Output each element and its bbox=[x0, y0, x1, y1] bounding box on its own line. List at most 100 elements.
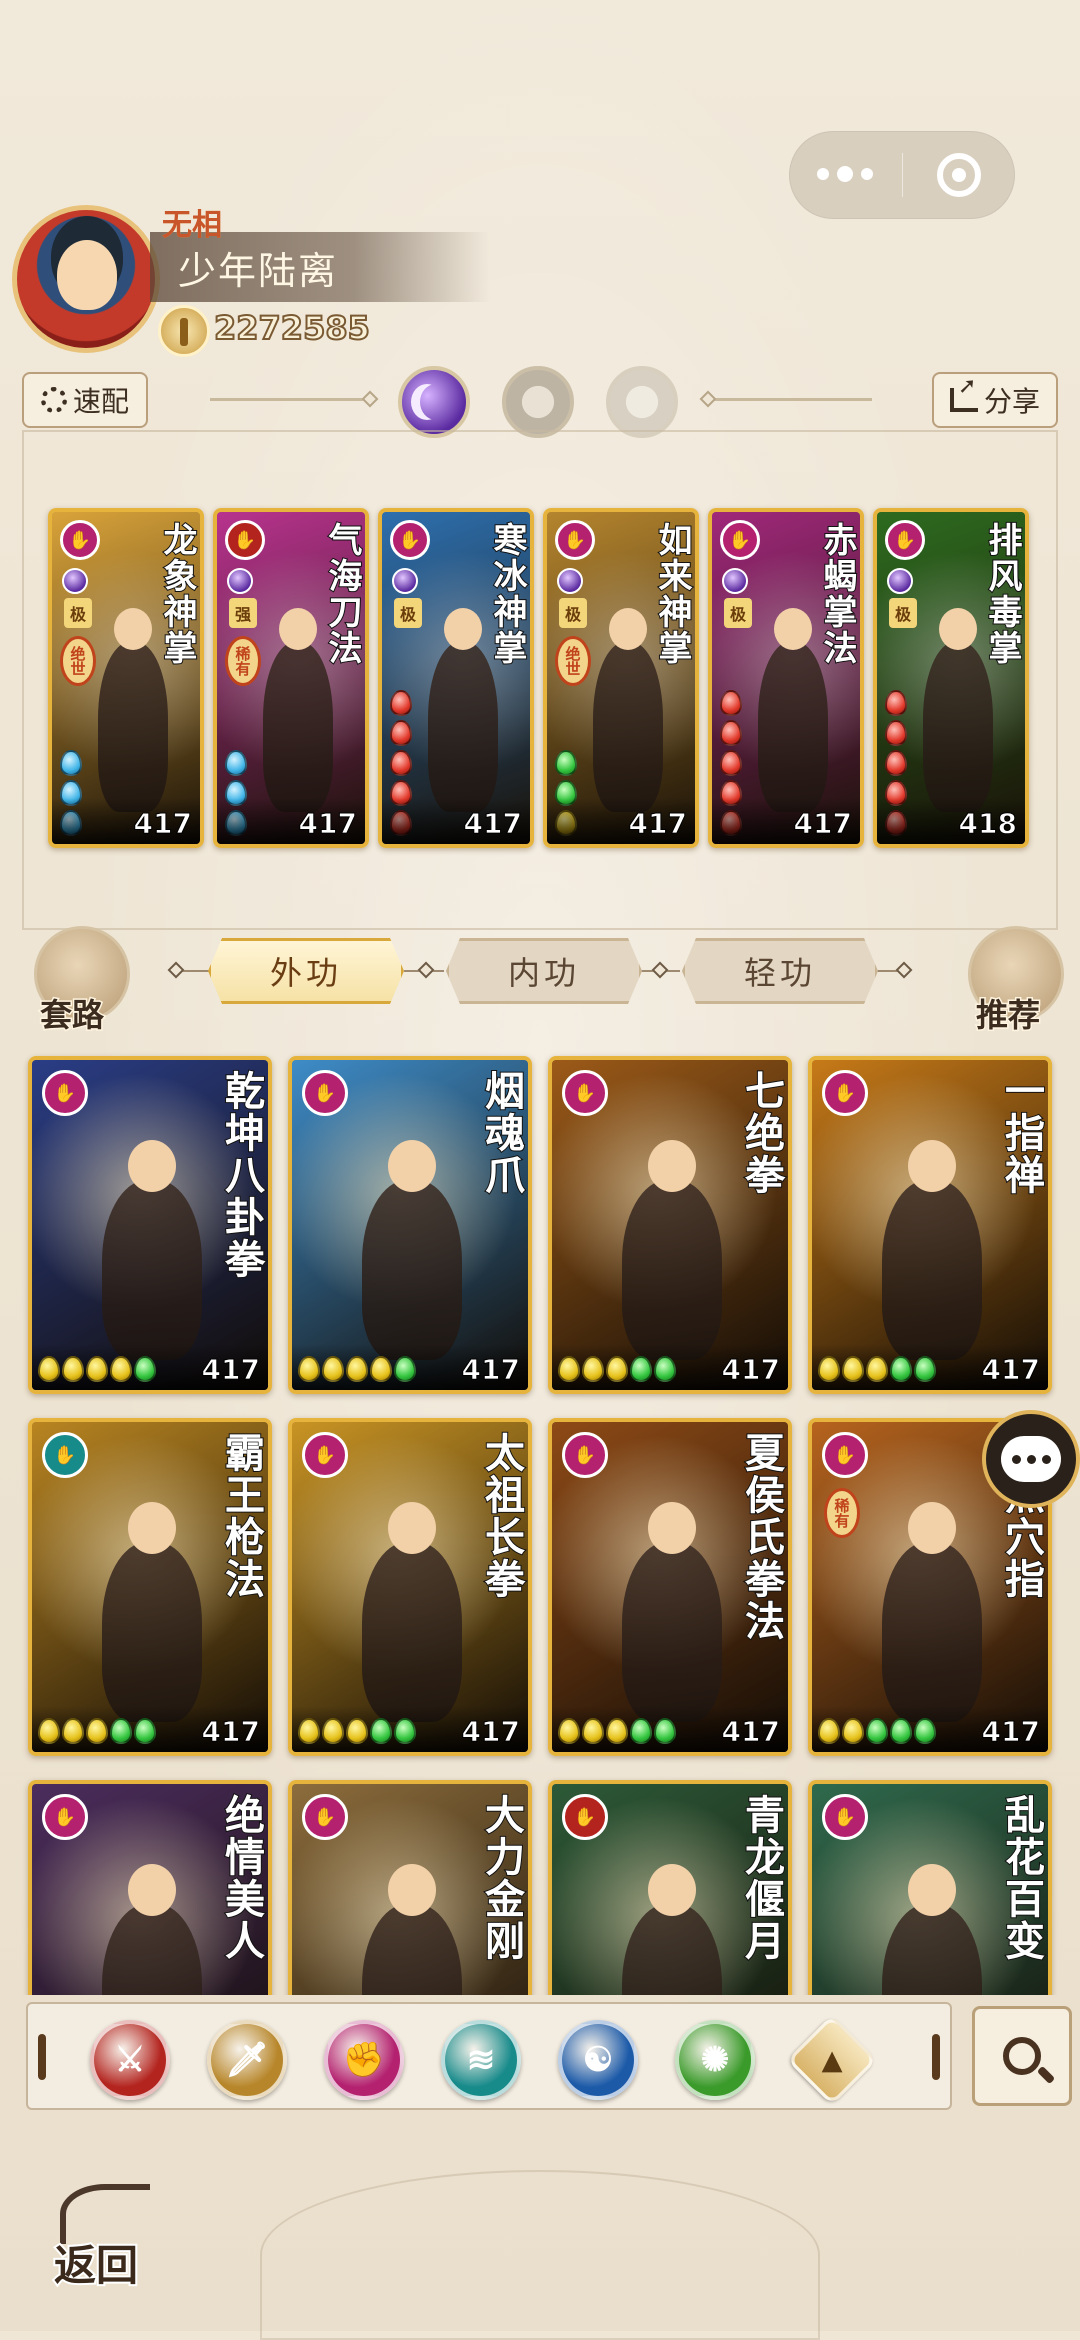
card-figure bbox=[923, 642, 993, 812]
card-figure bbox=[882, 1542, 982, 1722]
gem-icon bbox=[720, 720, 742, 746]
gem-icon bbox=[885, 690, 907, 716]
tier-tab-sun[interactable] bbox=[502, 366, 574, 438]
skill-name: 夏侯氏拳法 bbox=[737, 1431, 786, 1643]
skill-level: 417 bbox=[463, 807, 522, 841]
gem-icon bbox=[62, 1356, 84, 1382]
tier-orb-icon bbox=[392, 568, 418, 594]
skill-card[interactable]: ✋ 太祖长拳 417 bbox=[288, 1418, 532, 1756]
equipped-skill-card[interactable]: ✋ 极绝世 如来神掌 417 bbox=[543, 508, 699, 848]
gem-icon bbox=[60, 750, 82, 776]
tab-external[interactable]: 外功 bbox=[208, 938, 404, 1004]
chat-button[interactable] bbox=[982, 1410, 1080, 1508]
equipped-skill-card[interactable]: ✋ 极绝世 龙象神掌 417 bbox=[48, 508, 204, 848]
skill-card[interactable]: ✋大力金刚417 bbox=[288, 1780, 532, 1995]
card-figure-head bbox=[279, 608, 317, 650]
skill-card[interactable]: ✋绝情美人417 bbox=[28, 1780, 272, 1995]
tier-badge: 极 bbox=[559, 598, 587, 628]
school-icon: ✋ bbox=[302, 1794, 348, 1840]
gem-icon bbox=[322, 1718, 344, 1744]
gem-icon bbox=[654, 1718, 676, 1744]
school-icon: ✋ bbox=[562, 1070, 608, 1116]
gem-icon bbox=[842, 1718, 864, 1744]
filter-arrow-up-button[interactable]: ▲ bbox=[786, 2014, 878, 2106]
gem-icon bbox=[606, 1718, 628, 1744]
tier-orb-icon bbox=[227, 568, 253, 594]
skill-name: 龙象神掌 bbox=[156, 521, 198, 667]
target-icon bbox=[936, 153, 981, 197]
more-button[interactable] bbox=[789, 131, 902, 219]
filter-fist-button[interactable]: ✊ bbox=[324, 2020, 404, 2100]
gem-icon bbox=[890, 1718, 912, 1744]
avatar[interactable] bbox=[12, 205, 160, 353]
skill-level: 417 bbox=[133, 807, 192, 841]
gem-icon bbox=[890, 1356, 912, 1382]
gear-icon bbox=[40, 387, 67, 413]
gem-row bbox=[298, 1356, 416, 1382]
equipped-skill-card[interactable]: ✋ 极 赤蝎掌法 417 bbox=[708, 508, 864, 848]
skill-card[interactable]: ✋ 烟魂爪 417 bbox=[288, 1056, 532, 1394]
school-icon: ✋ bbox=[720, 520, 760, 560]
arrow-up-icon: ▲ bbox=[821, 2044, 843, 2076]
gem-icon bbox=[390, 750, 412, 776]
skill-card[interactable]: ✋ 一指禅 417 bbox=[808, 1056, 1052, 1394]
tab-lightness[interactable]: 轻功 bbox=[682, 938, 878, 1004]
filter-dagger-button[interactable]: 🗡 bbox=[207, 2020, 287, 2100]
gem-icon bbox=[370, 1356, 392, 1382]
school-icon: ✋ bbox=[302, 1432, 348, 1478]
yinyang-icon: ☯ bbox=[582, 2040, 614, 2080]
gem-icon bbox=[630, 1718, 652, 1744]
skill-grid: ✋ 乾坤八卦拳 417 ✋ 烟魂爪 417 ✋ 七绝拳 417 ✋ 一指禅 417 ✋ 霸王枪法 417 ✋ 太… bbox=[0, 1050, 1080, 1995]
back-button[interactable]: 返回 bbox=[50, 2180, 160, 2292]
skill-card[interactable]: ✋青龙偃月417 bbox=[548, 1780, 792, 1995]
skill-name: 一指禅 bbox=[997, 1069, 1046, 1197]
gem-row bbox=[298, 1718, 416, 1744]
gem-icon bbox=[110, 1356, 132, 1382]
close-mini-program-button[interactable] bbox=[903, 131, 1016, 219]
filter-yinyang-button[interactable]: ☯ bbox=[558, 2020, 638, 2100]
tab-internal[interactable]: 内功 bbox=[446, 938, 642, 1004]
gem-icon bbox=[390, 720, 412, 746]
skill-name: 七绝拳 bbox=[737, 1069, 786, 1197]
player-name: 少年陆离 bbox=[178, 248, 339, 293]
search-button[interactable] bbox=[972, 2006, 1072, 2106]
filter-claw-button[interactable]: ✺ bbox=[675, 2020, 755, 2100]
equipped-skill-card[interactable]: ✋ 极 寒冰神掌 417 bbox=[378, 508, 534, 848]
tier-orb-icon bbox=[722, 568, 748, 594]
card-figure-head bbox=[444, 608, 482, 650]
gem-icon bbox=[630, 1356, 652, 1382]
gem-row bbox=[818, 1356, 936, 1382]
filter-sword-button[interactable]: ⚔ bbox=[90, 2020, 170, 2100]
skill-card[interactable]: ✋ 七绝拳 417 bbox=[548, 1056, 792, 1394]
card-figure-head bbox=[908, 1864, 956, 1916]
fan-icon: ≋ bbox=[466, 2040, 496, 2080]
claw-icon: ✺ bbox=[700, 2040, 730, 2080]
card-figure bbox=[102, 1542, 202, 1722]
card-figure bbox=[622, 1180, 722, 1360]
share-button[interactable]: 分享 bbox=[932, 372, 1058, 428]
skill-card[interactable]: ✋ 夏侯氏拳法 417 bbox=[548, 1418, 792, 1756]
skill-card[interactable]: ✋乱花百变417 bbox=[808, 1780, 1052, 1995]
gem-row bbox=[38, 1718, 156, 1744]
equipped-skill-card[interactable]: ✋ 极 排风毒掌 418 bbox=[873, 508, 1029, 848]
equipped-skill-card[interactable]: ✋ 强稀有 气海刀法 417 bbox=[213, 508, 369, 848]
gem-icon bbox=[38, 1718, 60, 1744]
card-figure bbox=[758, 642, 828, 812]
school-icon: ✋ bbox=[60, 520, 100, 560]
tier-tab-moon[interactable] bbox=[398, 366, 470, 438]
tier-tab-crescent[interactable] bbox=[606, 366, 678, 438]
skill-card[interactable]: ✋ 乾坤八卦拳 417 bbox=[28, 1056, 272, 1394]
card-figure bbox=[263, 642, 333, 812]
skill-card[interactable]: ✋ 霸王枪法 417 bbox=[28, 1418, 272, 1756]
gem-icon bbox=[390, 690, 412, 716]
skill-name: 乱花百变 bbox=[997, 1793, 1046, 1963]
gem-icon bbox=[885, 720, 907, 746]
card-figure-head bbox=[114, 608, 152, 650]
card-figure-head bbox=[908, 1140, 956, 1192]
skill-level: 417 bbox=[201, 1715, 260, 1749]
school-icon: ✋ bbox=[42, 1432, 88, 1478]
filter-fan-button[interactable]: ≋ bbox=[441, 2020, 521, 2100]
combat-power: 2272585 bbox=[213, 308, 371, 348]
quick-config-button[interactable]: 速配 bbox=[22, 372, 148, 428]
search-icon bbox=[1003, 2037, 1041, 2075]
